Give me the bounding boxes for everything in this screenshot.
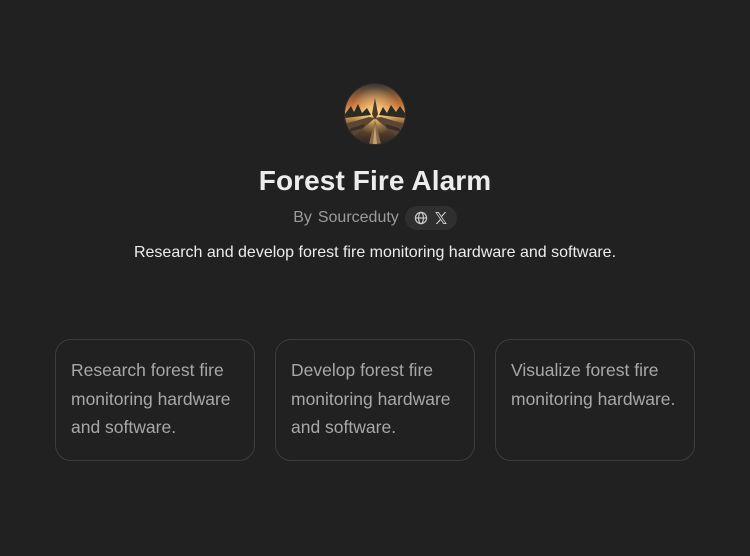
gpt-title: Forest Fire Alarm [258, 165, 492, 196]
x-icon[interactable] [434, 211, 448, 225]
social-links [404, 206, 457, 230]
gpt-landing: Forest Fire Alarm By Sourceduty Research… [0, 0, 750, 556]
gpt-byline: By Sourceduty [293, 206, 457, 230]
gpt-avatar [345, 84, 405, 144]
forest-fire-avatar-icon [345, 84, 405, 144]
starter-text: Research forest fire monitoring hardware… [71, 360, 231, 437]
conversation-starters: Research forest fire monitoring hardware… [55, 339, 695, 461]
conversation-starter-1[interactable]: Research forest fire monitoring hardware… [55, 339, 255, 461]
author-name: Sourceduty [317, 209, 399, 226]
conversation-starter-3[interactable]: Visualize forest fire monitoring hardwar… [495, 339, 695, 461]
starter-text: Develop forest fire monitoring hardware … [291, 360, 451, 437]
conversation-starter-2[interactable]: Develop forest fire monitoring hardware … [275, 339, 475, 461]
gpt-description: Research and develop forest fire monitor… [133, 244, 617, 261]
globe-icon[interactable] [414, 211, 428, 225]
gpt-header: Forest Fire Alarm By Sourceduty Research… [0, 84, 750, 264]
starter-text: Visualize forest fire monitoring hardwar… [511, 360, 676, 409]
author-prefix: By [293, 209, 312, 226]
